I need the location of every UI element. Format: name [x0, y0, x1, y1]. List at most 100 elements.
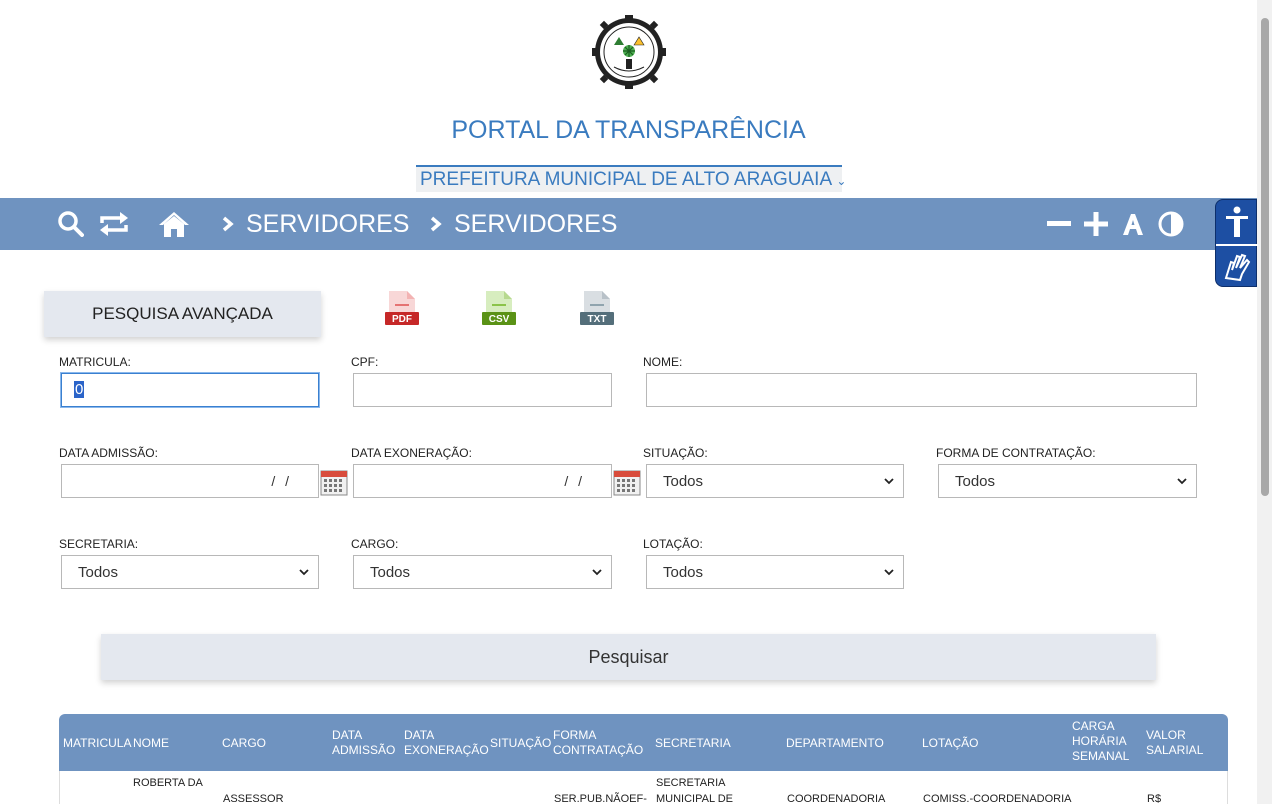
- chevron-right-icon: [430, 216, 442, 232]
- col-data-exoneracao-line: DATA: [404, 728, 435, 742]
- breadcrumb-label: SERVIDORES: [454, 209, 618, 238]
- date-mask: / /: [271, 473, 292, 489]
- col-valor-salarial-line: VALOR: [1146, 728, 1186, 742]
- pdf-export-icon[interactable]: PDF: [384, 290, 420, 326]
- scrollbar-thumb[interactable]: [1261, 18, 1269, 496]
- zoom-in-icon[interactable]: [1080, 208, 1112, 240]
- data-exoneracao-input[interactable]: / /: [353, 464, 612, 498]
- table-header: MATRICULA NOME CARGO DATA ADMISSÃO DATA …: [59, 714, 1228, 771]
- accessibility-widget: [1215, 199, 1258, 287]
- col-valor-salarial-line: SALARIAL: [1146, 743, 1204, 757]
- situacao-value: Todos: [663, 473, 704, 490]
- forma-contratacao-value: Todos: [955, 473, 996, 490]
- cell-departamento: COORDENADORIA: [787, 793, 886, 804]
- cell-secretaria: SECRETARIA MUNICIPAL DE: [656, 775, 733, 804]
- col-matricula[interactable]: MATRICULA: [63, 736, 131, 751]
- chevron-down-icon: [884, 569, 894, 576]
- lotacao-select[interactable]: Todos: [646, 555, 904, 589]
- csv-export-icon[interactable]: CSV: [481, 290, 517, 326]
- cargo-value: Todos: [370, 564, 411, 581]
- entity-select[interactable]: PREFEITURA MUNICIPAL DE ALTO ARAGUAIA ⌄: [416, 165, 846, 192]
- pdf-export-label: PDF: [392, 314, 412, 325]
- secretaria-label: SECRETARIA:: [59, 537, 139, 551]
- col-data-admissao-line: ADMISSÃO: [332, 743, 396, 757]
- col-nome[interactable]: NOME: [133, 736, 169, 751]
- data-admissao-label: DATA ADMISSÃO:: [59, 446, 158, 460]
- sign-language-icon[interactable]: [1222, 250, 1252, 282]
- cell-secretaria-line: MUNICIPAL DE: [656, 793, 734, 804]
- chevron-down-icon: [1177, 478, 1187, 485]
- col-data-admissao[interactable]: DATA ADMISSÃO: [332, 728, 395, 758]
- forma-contratacao-label: FORMA DE CONTRATAÇÃO:: [936, 446, 1096, 460]
- col-valor-salarial[interactable]: VALOR SALARIAL: [1146, 728, 1203, 758]
- nome-label: NOME:: [643, 355, 683, 369]
- csv-export-label: CSV: [489, 314, 510, 325]
- portal-title: PORTAL DA TRANSPARÊNCIA: [451, 116, 806, 144]
- col-carga-horaria-line: SEMANAL: [1072, 749, 1130, 763]
- col-forma-contratacao-line: CONTRATAÇÃO: [553, 743, 644, 757]
- page-scrollbar[interactable]: [1257, 0, 1272, 804]
- search-button[interactable]: Pesquisar: [101, 634, 1156, 680]
- cell-cargo: ASSESSOR: [223, 793, 284, 804]
- col-situacao[interactable]: SITUAÇÃO: [490, 736, 551, 751]
- advanced-search-label: PESQUISA AVANÇADA: [92, 304, 273, 323]
- calendar-icon[interactable]: [613, 468, 641, 496]
- situacao-select[interactable]: Todos: [646, 464, 904, 498]
- refresh-icon[interactable]: [98, 208, 130, 240]
- col-departamento[interactable]: DEPARTAMENTO: [786, 736, 884, 751]
- chevron-down-icon: [592, 569, 602, 576]
- chevron-down-icon: ⌄: [836, 174, 847, 188]
- contrast-icon[interactable]: [1155, 208, 1187, 240]
- col-secretaria[interactable]: SECRETARIA: [655, 736, 731, 751]
- zoom-out-icon[interactable]: [1043, 208, 1075, 240]
- search-icon[interactable]: [58, 208, 84, 240]
- col-data-exoneracao[interactable]: DATA EXONERAÇÃO: [404, 728, 489, 758]
- col-forma-contratacao-line: FORMA: [553, 728, 597, 742]
- cargo-select[interactable]: Todos: [353, 555, 612, 589]
- txt-export-label: TXT: [588, 314, 607, 325]
- chevron-down-icon: [884, 478, 894, 485]
- search-button-label: Pesquisar: [588, 646, 669, 667]
- font-icon[interactable]: [1117, 208, 1149, 240]
- col-lotacao[interactable]: LOTAÇÃO: [922, 736, 978, 751]
- cell-lotacao: COMISS.-COORDENADORIA: [923, 793, 1072, 804]
- data-admissao-input[interactable]: / /: [61, 464, 319, 498]
- col-forma-contratacao[interactable]: FORMA CONTRATAÇÃO: [553, 728, 643, 758]
- chevron-down-icon: [299, 569, 309, 576]
- home-icon[interactable]: [158, 208, 190, 240]
- col-data-exoneracao-line: EXONERAÇÃO: [404, 743, 489, 757]
- matricula-value: 0: [74, 381, 85, 398]
- cargo-label: CARGO:: [351, 537, 399, 551]
- matricula-input[interactable]: 0: [61, 373, 319, 407]
- cpf-input[interactable]: [353, 373, 612, 407]
- calendar-icon[interactable]: [320, 468, 348, 496]
- breadcrumb-item-2[interactable]: SERVIDORES: [430, 198, 617, 250]
- col-carga-horaria[interactable]: CARGA HORÁRIA SEMANAL: [1072, 719, 1129, 764]
- nome-input[interactable]: [646, 373, 1197, 407]
- matricula-label: MATRICULA:: [59, 355, 131, 369]
- breadcrumb-label: SERVIDORES: [246, 209, 410, 238]
- col-carga-horaria-line: CARGA: [1072, 719, 1115, 733]
- forma-contratacao-select[interactable]: Todos: [938, 464, 1197, 498]
- txt-export-icon[interactable]: TXT: [579, 290, 615, 326]
- advanced-search-tab[interactable]: PESQUISA AVANÇADA: [44, 291, 321, 337]
- table-row[interactable]: ROBERTA DA ASSESSOR SER.PUB.NÃOEF- SECRE…: [59, 771, 1228, 804]
- chevron-right-icon: [222, 216, 234, 232]
- accessibility-icon[interactable]: [1225, 206, 1249, 238]
- data-exoneracao-label: DATA EXONERAÇÃO:: [351, 446, 472, 460]
- results-table: MATRICULA NOME CARGO DATA ADMISSÃO DATA …: [59, 714, 1228, 804]
- cell-nome: ROBERTA DA: [133, 777, 203, 789]
- col-data-admissao-line: DATA: [332, 728, 363, 742]
- secretaria-select[interactable]: Todos: [61, 555, 319, 589]
- cell-secretaria-line: SECRETARIA: [656, 777, 726, 789]
- col-cargo[interactable]: CARGO: [222, 736, 266, 751]
- date-mask: / /: [564, 473, 585, 489]
- cell-forma-contratacao: SER.PUB.NÃOEF-: [554, 793, 647, 804]
- secretaria-value: Todos: [78, 564, 119, 581]
- municipal-logo: [592, 15, 666, 89]
- accessibility-divider: [1216, 244, 1258, 246]
- cpf-label: CPF:: [351, 355, 379, 369]
- lotacao-label: LOTAÇÃO:: [643, 537, 703, 551]
- entity-select-value: PREFEITURA MUNICIPAL DE ALTO ARAGUAIA: [420, 169, 832, 190]
- breadcrumb-item-1[interactable]: SERVIDORES: [222, 198, 409, 250]
